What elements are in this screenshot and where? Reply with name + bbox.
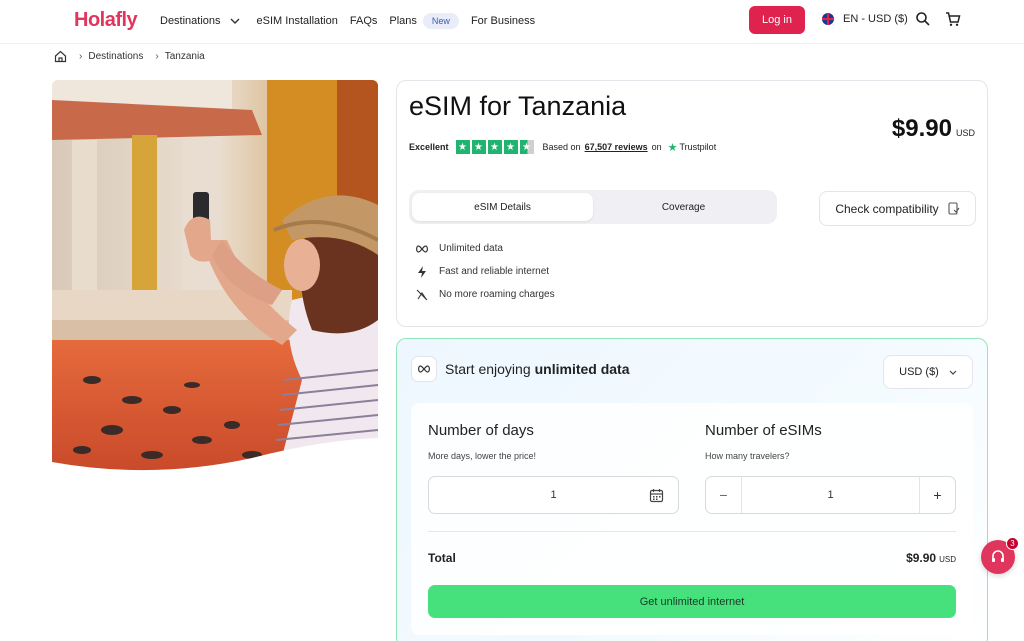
product-tabs: eSIM Details Coverage xyxy=(409,190,777,224)
total-label: Total xyxy=(428,551,456,565)
language-selector[interactable]: EN - USD ($) xyxy=(822,13,908,25)
feature-list: Unlimited data Fast and reliable interne… xyxy=(415,237,555,306)
feature-label: Fast and reliable internet xyxy=(439,266,550,277)
check-compatibility-label: Check compatibility xyxy=(835,201,939,216)
nav-esim-installation[interactable]: eSIM Installation xyxy=(257,15,338,27)
rating-stars: ★ ★ ★ ★ ★ xyxy=(455,140,536,154)
reviews-prefix: Based on xyxy=(542,142,581,152)
infinity-icon xyxy=(415,242,429,256)
esims-stepper: − 1 + xyxy=(705,476,956,514)
total-price: $9.90 USD xyxy=(906,551,956,565)
days-picker-input[interactable]: 1 xyxy=(428,476,679,514)
increment-button[interactable]: + xyxy=(919,477,955,513)
days-subtitle: More days, lower the price! xyxy=(428,451,537,461)
breadcrumb: › Destinations › Tanzania xyxy=(54,50,205,63)
search-icon[interactable] xyxy=(915,11,931,27)
tab-esim-details[interactable]: eSIM Details xyxy=(412,193,593,221)
feature-label: No more roaming charges xyxy=(439,289,555,300)
lightning-icon xyxy=(415,265,429,279)
star-icon: ★ xyxy=(503,140,518,154)
divider xyxy=(428,531,956,532)
uk-flag-icon xyxy=(822,13,834,25)
nav-plans-label: Plans xyxy=(389,15,417,27)
check-compatibility-button[interactable]: Check compatibility xyxy=(819,191,976,226)
main-nav: Destinations eSIM Installation FAQs Plan… xyxy=(160,13,547,29)
product-card: eSIM for Tanzania Excellent ★ ★ ★ ★ ★ Ba… xyxy=(396,80,988,327)
reviews-suffix: on xyxy=(651,142,662,152)
infinity-icon xyxy=(411,356,437,382)
language-label: EN - USD ($) xyxy=(843,13,908,25)
breadcrumb-current: Tanzania xyxy=(164,51,205,62)
page-title: eSIM for Tanzania xyxy=(409,91,627,121)
top-navbar: Holafly Destinations eSIM Installation F… xyxy=(0,0,1024,44)
destination-photo xyxy=(52,80,378,472)
get-unlimited-internet-button[interactable]: Get unlimited internet xyxy=(428,585,956,618)
new-badge: New xyxy=(422,13,459,29)
tab-coverage[interactable]: Coverage xyxy=(593,193,774,221)
decrement-button[interactable]: − xyxy=(706,477,742,513)
home-icon[interactable] xyxy=(54,50,67,63)
holafly-logo[interactable]: Holafly xyxy=(74,9,138,32)
total-currency: USD xyxy=(939,555,956,564)
nav-for-business[interactable]: For Business xyxy=(471,15,535,27)
plan-configurator: Start enjoying unlimited data USD ($) Nu… xyxy=(396,338,988,641)
breadcrumb-destinations[interactable]: Destinations xyxy=(88,51,143,62)
nav-destinations-label: Destinations xyxy=(160,15,221,27)
plan-heading-prefix: Start enjoying xyxy=(445,361,531,377)
rating-row: Excellent ★ ★ ★ ★ ★ Based on 67,507 revi… xyxy=(409,140,716,154)
half-star-icon: ★ xyxy=(519,140,534,154)
calendar-icon[interactable] xyxy=(649,488,664,503)
unread-count-badge: 3 xyxy=(1006,537,1019,550)
plan-heading: Start enjoying unlimited data xyxy=(411,356,630,382)
plan-options-panel: Number of days More days, lower the pric… xyxy=(411,403,973,635)
days-value: 1 xyxy=(550,489,557,501)
login-button[interactable]: Log in xyxy=(749,6,805,34)
star-icon: ★ xyxy=(487,140,502,154)
phone-check-icon xyxy=(948,202,960,215)
currency-select-value: USD ($) xyxy=(899,366,939,378)
traveler-photo-illustration xyxy=(52,80,378,472)
trustpilot-label: Trustpilot xyxy=(679,142,717,152)
star-icon: ★ xyxy=(455,140,470,154)
trustpilot-logo[interactable]: ★ Trustpilot xyxy=(668,141,717,154)
reviews-link[interactable]: 67,507 reviews xyxy=(585,142,648,152)
currency-select[interactable]: USD ($) xyxy=(883,355,973,389)
no-roaming-icon xyxy=(415,288,429,302)
breadcrumb-separator: › xyxy=(155,51,159,62)
breadcrumb-separator: › xyxy=(79,51,83,62)
nav-destinations[interactable]: Destinations xyxy=(160,15,245,27)
days-title: Number of days xyxy=(428,422,534,439)
feature-item: Unlimited data xyxy=(415,237,555,260)
chat-icon xyxy=(992,550,1004,562)
star-icon: ★ xyxy=(471,140,486,154)
product-price: $9.90 USD xyxy=(892,115,975,143)
feature-item: No more roaming charges xyxy=(415,283,555,306)
chat-widget-button[interactable]: 3 xyxy=(981,537,1019,574)
plan-heading-bold: unlimited data xyxy=(534,361,630,377)
esims-subtitle: How many travelers? xyxy=(705,451,790,461)
esims-value[interactable]: 1 xyxy=(742,489,919,501)
price-currency: USD xyxy=(955,128,975,138)
chevron-down-icon xyxy=(230,18,240,24)
feature-item: Fast and reliable internet xyxy=(415,260,555,283)
chevron-down-icon xyxy=(949,370,957,375)
price-amount: $9.90 xyxy=(891,115,952,142)
cart-icon[interactable] xyxy=(945,11,961,27)
total-amount: $9.90 xyxy=(906,551,937,565)
esims-title: Number of eSIMs xyxy=(705,422,822,439)
rating-label: Excellent xyxy=(409,142,449,152)
trustpilot-star-icon: ★ xyxy=(667,141,678,154)
nav-plans[interactable]: Plans New xyxy=(389,13,459,29)
nav-faqs[interactable]: FAQs xyxy=(350,15,378,27)
feature-label: Unlimited data xyxy=(439,243,503,254)
